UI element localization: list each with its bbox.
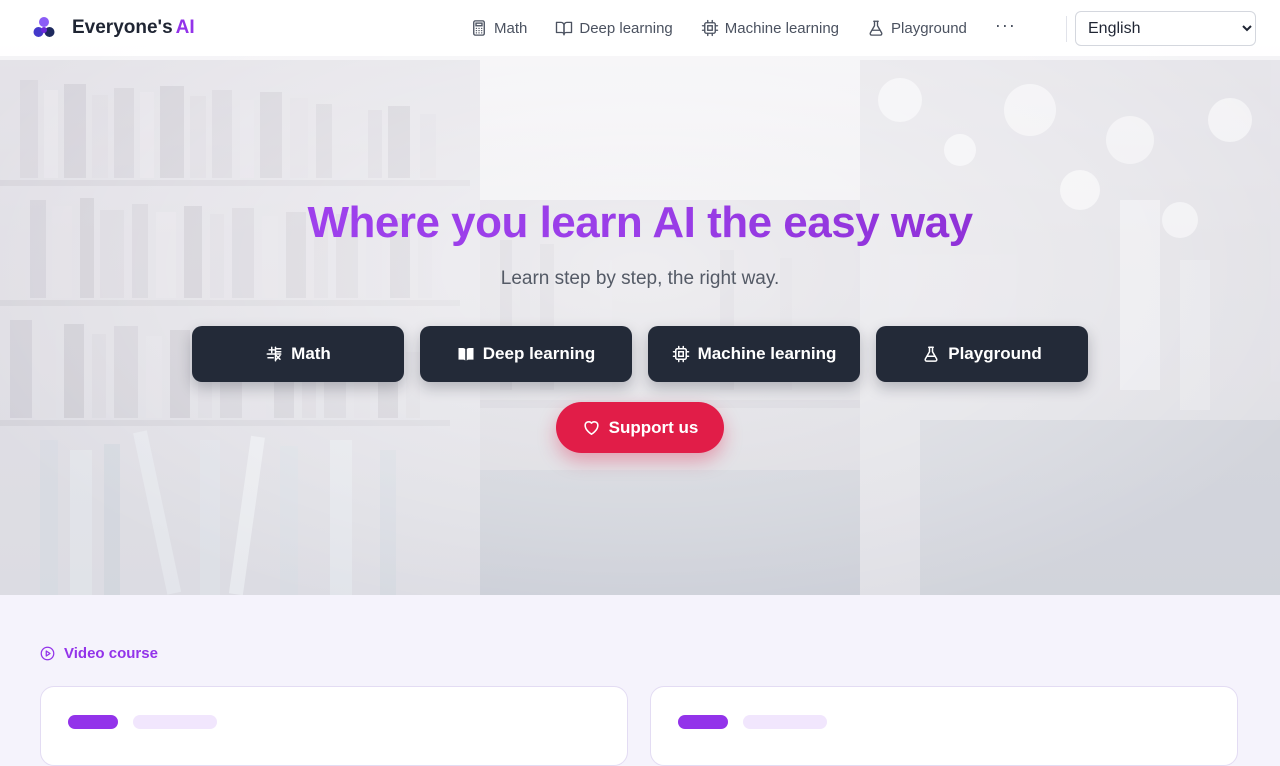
nav-deep-learning-label: Deep learning (579, 19, 673, 37)
nav-machine-learning-label: Machine learning (724, 19, 840, 37)
brand-logo-icon (33, 17, 55, 37)
deep-learning-button[interactable]: Deep learning (420, 326, 632, 382)
calculator-icon (473, 20, 485, 36)
flask-icon (869, 20, 883, 36)
playground-button[interactable]: Playground (876, 326, 1088, 382)
course-card[interactable] (650, 686, 1238, 766)
brand-link[interactable]: Everyone's AI (30, 13, 195, 43)
machine-learning-button-label: Machine learning (697, 344, 837, 363)
cpu-icon (701, 19, 718, 37)
main-nav: Math Deep learning Machine learning Play… (470, 0, 1016, 56)
flask-icon (924, 346, 938, 362)
support-us-label: Support us (608, 417, 699, 437)
playground-button-label: Playground (948, 344, 1042, 363)
nav-divider (1066, 16, 1067, 42)
support-us-button[interactable]: Support us (556, 402, 724, 453)
hero-subtitle: Learn step by step, the right way. (500, 268, 780, 289)
play-circle-icon (40, 646, 55, 661)
nav-item-math[interactable]: Math (470, 19, 527, 37)
book-open-icon (556, 21, 573, 36)
heart-icon (584, 421, 599, 436)
hero-section: Where you learn AI the easy way Learn st… (0, 0, 1280, 595)
more-menu-button[interactable]: ··· (995, 15, 1016, 36)
course-tag (743, 715, 827, 729)
video-course-label: Video course (40, 645, 158, 662)
brand-accent: AI (175, 17, 195, 38)
math-button[interactable]: Math (192, 326, 404, 382)
language-select[interactable]: English (1075, 11, 1256, 46)
nav-item-deep-learning[interactable]: Deep learning (555, 19, 673, 37)
cpu-icon (672, 345, 689, 363)
course-tag (133, 715, 217, 729)
machine-learning-button[interactable]: Machine learning (648, 326, 860, 382)
nav-item-playground[interactable]: Playground (867, 19, 967, 37)
nav-math-label: Math (494, 19, 528, 37)
brand-name: Everyone's (72, 17, 173, 38)
course-tag (678, 715, 728, 729)
course-card[interactable] (40, 686, 628, 766)
hero-button-row: Math Deep learning Machine learning Play… (192, 326, 1088, 382)
math-button-label: Math (291, 344, 331, 363)
nav-playground-label: Playground (891, 19, 967, 37)
hero-title: Where you learn AI the easy way (0, 198, 1280, 248)
top-navbar: Everyone's AI Math Deep learning Machine… (0, 0, 1280, 56)
video-course-text: Video course (64, 645, 158, 662)
course-tag (68, 715, 118, 729)
deep-learning-button-label: Deep learning (482, 344, 596, 363)
nav-item-machine-learning[interactable]: Machine learning (701, 19, 839, 37)
hero-overlay (0, 0, 1280, 595)
book-icon (458, 348, 474, 361)
math-symbols-icon (266, 346, 282, 362)
